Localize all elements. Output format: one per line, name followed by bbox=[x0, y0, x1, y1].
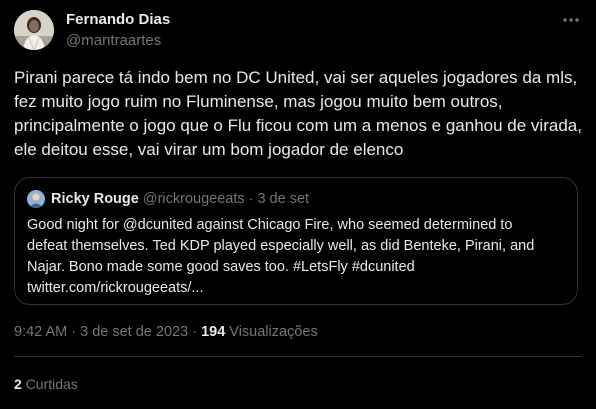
tweet-date[interactable]: 3 de set de 2023 bbox=[80, 324, 188, 340]
quoted-text-line: Good night for @dcunited against Chicago… bbox=[27, 217, 513, 233]
quoted-text-line: Najar. Bono made some good saves too. #L… bbox=[27, 259, 415, 275]
quoted-tweet-header: Ricky Rouge @rickrougeeats · 3 de set bbox=[27, 190, 309, 208]
more-options-button[interactable] bbox=[560, 12, 582, 28]
quoted-separator: · bbox=[248, 191, 254, 207]
tweet-text: Pirani parece tá indo bem no DC United, … bbox=[14, 68, 582, 159]
quoted-author-handle: @rickrougeeats bbox=[142, 191, 245, 207]
quoted-date: 3 de set bbox=[257, 191, 310, 207]
retweets-count: 2 bbox=[14, 376, 22, 392]
views-count: 194 bbox=[201, 324, 226, 340]
author-info: Fernando Dias @mantraartes bbox=[66, 10, 170, 51]
quoted-author-name: Ricky Rouge bbox=[51, 191, 139, 207]
author-handle[interactable]: @mantraartes bbox=[66, 31, 170, 51]
divider bbox=[14, 356, 582, 357]
author-name[interactable]: Fernando Dias bbox=[66, 10, 170, 30]
meta-separator: · bbox=[71, 324, 77, 340]
meta-separator: · bbox=[192, 324, 198, 340]
quoted-text-line: defeat themselves. Ted KDP played especi… bbox=[27, 238, 535, 254]
tweet-time[interactable]: 9:42 AM bbox=[14, 324, 67, 340]
quoted-text-line: twitter.com/rickrougeeats/... bbox=[27, 280, 204, 296]
retweets-label: Curtidas bbox=[25, 376, 78, 392]
views-label: Visualizações bbox=[229, 324, 318, 340]
more-horizontal-icon bbox=[563, 18, 579, 22]
tweet-card: Fernando Dias @mantraartes Pirani parece… bbox=[0, 0, 596, 409]
retweets-stat[interactable]: 2 Curtidas bbox=[14, 374, 78, 394]
tweet-metadata: 9:42 AM · 3 de set de 2023 · 194 Visuali… bbox=[14, 322, 318, 342]
quoted-tweet[interactable]: Ricky Rouge @rickrougeeats · 3 de set Go… bbox=[14, 177, 578, 305]
quoted-author-avatar bbox=[27, 190, 45, 208]
author-avatar[interactable] bbox=[14, 10, 54, 50]
quoted-tweet-text: Good night for @dcunited against Chicago… bbox=[27, 215, 567, 299]
